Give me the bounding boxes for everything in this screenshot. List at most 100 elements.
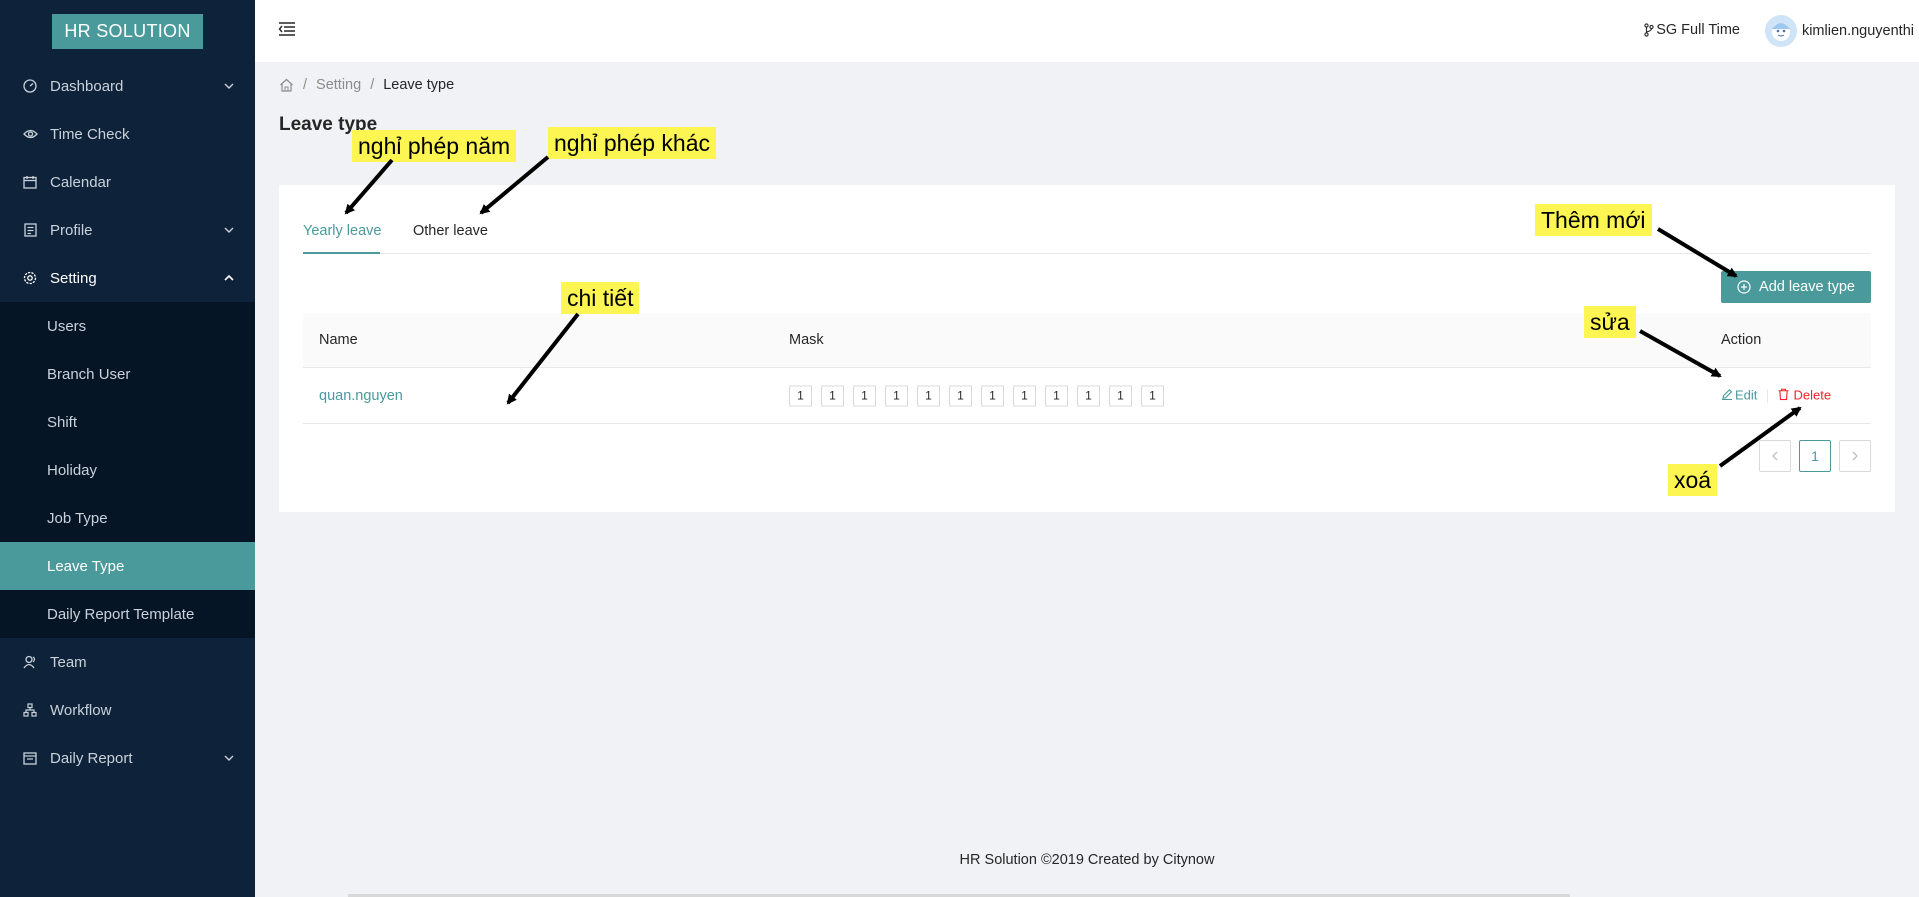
- menu-fold-icon[interactable]: [278, 21, 296, 37]
- column-header-action: Action: [1721, 332, 1762, 348]
- mask-value: 1: [1013, 385, 1036, 406]
- username: kimlien.nguyenthi: [1801, 23, 1914, 39]
- mask-value: 1: [789, 385, 812, 406]
- annotation-add-new: Thêm mới: [1535, 204, 1652, 236]
- pagination: 1: [1759, 440, 1871, 472]
- add-button-label: Add leave type: [1759, 279, 1855, 295]
- sidebar-item-label: Calendar: [50, 173, 111, 191]
- row-actions: Edit Delete: [1721, 387, 1831, 405]
- breadcrumb-current: Leave type: [383, 77, 455, 93]
- annotation-other-leave: nghỉ phép khác: [548, 127, 717, 159]
- breadcrumb-separator: /: [370, 77, 375, 93]
- sidebar-item-holiday[interactable]: Holiday: [0, 446, 255, 494]
- mask-value: 1: [1045, 385, 1068, 406]
- action-divider: [1767, 389, 1769, 404]
- calendar-icon: [22, 174, 38, 190]
- pagination-next-button[interactable]: [1839, 440, 1871, 472]
- add-leave-type-button[interactable]: Add leave type: [1721, 271, 1871, 303]
- mask-value: 1: [1141, 385, 1164, 406]
- annotation-delete: xoá: [1668, 464, 1718, 496]
- mask-value: 1: [1077, 385, 1100, 406]
- sidebar-item-workflow[interactable]: Workflow: [0, 686, 255, 734]
- annotation-detail: chi tiết: [561, 282, 640, 314]
- chevron-right-icon: [1852, 451, 1858, 461]
- chevron-down-icon: [224, 83, 234, 89]
- mask-value: 1: [981, 385, 1004, 406]
- branch-icon: [1644, 23, 1654, 37]
- column-header-mask: Mask: [789, 332, 824, 348]
- workflow-icon: [22, 702, 38, 718]
- delete-button[interactable]: Delete: [1778, 387, 1831, 402]
- pagination-prev-button[interactable]: [1759, 440, 1791, 472]
- breadcrumb-setting[interactable]: Setting: [316, 77, 361, 93]
- pagination-page[interactable]: 1: [1799, 440, 1831, 472]
- edit-button[interactable]: Edit: [1721, 387, 1757, 402]
- shift-selector[interactable]: SG Full Time: [1644, 22, 1740, 38]
- sidebar-item-label: Profile: [50, 221, 93, 239]
- chevron-left-icon: [1772, 451, 1778, 461]
- annotation-yearly-leave: nghỉ phép năm: [352, 130, 517, 162]
- sidebar-item-label: Time Check: [50, 125, 130, 143]
- team-icon: [22, 654, 38, 670]
- sidebar-item-label: Dashboard: [50, 77, 124, 95]
- home-icon[interactable]: [279, 78, 294, 92]
- sidebar-item-users[interactable]: Users: [0, 302, 255, 350]
- tab-other-leave[interactable]: Other leave: [413, 223, 488, 239]
- sidebar-item-daily-report[interactable]: Daily Report: [0, 734, 255, 782]
- leave-type-table: Name Mask Action quan.nguyen 11111111111…: [303, 313, 1871, 424]
- sidebar-item-profile[interactable]: Profile: [0, 206, 255, 254]
- profile-icon: [22, 222, 38, 238]
- mask-value: 1: [853, 385, 876, 406]
- sidebar-item-label: Workflow: [50, 701, 112, 719]
- report-icon: [22, 750, 38, 766]
- sidebar-item-branch-user[interactable]: Branch User: [0, 350, 255, 398]
- footer: HR Solution ©2019 Created by Citynow: [959, 852, 1215, 868]
- user-menu[interactable]: kimlien.nguyenthi: [1764, 15, 1914, 47]
- dashboard-icon: [22, 78, 38, 94]
- plus-circle-icon: [1737, 280, 1751, 294]
- top-header: SG Full Time kimlien.nguyenthi: [255, 0, 1919, 62]
- sidebar-item-daily-report-template[interactable]: Daily Report Template: [0, 590, 255, 638]
- app-logo[interactable]: HR SOLUTION: [52, 13, 203, 49]
- sidebar-item-leave-type[interactable]: Leave Type: [0, 542, 255, 590]
- chevron-down-icon: [224, 755, 234, 761]
- sidebar-item-label: Setting: [50, 269, 97, 287]
- mask-cells: 111111111111: [789, 385, 1173, 406]
- breadcrumb: / Setting / Leave type: [279, 77, 454, 93]
- sidebar-item-job-type[interactable]: Job Type: [0, 494, 255, 542]
- logo-area: HR SOLUTION: [0, 0, 255, 62]
- sidebar-item-team[interactable]: Team: [0, 638, 255, 686]
- breadcrumb-separator: /: [303, 77, 308, 93]
- column-header-name: Name: [319, 332, 358, 348]
- eye-icon: [22, 126, 38, 142]
- sidebar-item-setting[interactable]: Setting: [0, 254, 255, 302]
- gear-icon: [22, 270, 38, 286]
- trash-icon: [1778, 388, 1789, 401]
- avatar: [1764, 15, 1797, 47]
- sidebar-item-dashboard[interactable]: Dashboard: [0, 62, 255, 110]
- sidebar-item-time-check[interactable]: Time Check: [0, 110, 255, 158]
- mask-value: 1: [917, 385, 940, 406]
- edit-icon: [1722, 388, 1733, 401]
- table-row: quan.nguyen 111111111111 Edit Delete: [303, 368, 1871, 424]
- mask-value: 1: [1109, 385, 1132, 406]
- tab-yearly-leave[interactable]: Yearly leave: [303, 223, 381, 239]
- sidebar-item-label: Daily Report: [50, 749, 133, 767]
- table-header: Name Mask Action: [303, 313, 1871, 368]
- sidebar: HR SOLUTION Dashboard Time Check Calenda…: [0, 0, 255, 897]
- mask-value: 1: [949, 385, 972, 406]
- mask-value: 1: [885, 385, 908, 406]
- content-card: Yearly leave Other leave Add leave type …: [279, 185, 1895, 512]
- shift-label: SG Full Time: [1656, 22, 1740, 38]
- leave-type-name-link[interactable]: quan.nguyen: [319, 388, 403, 404]
- sidebar-item-calendar[interactable]: Calendar: [0, 158, 255, 206]
- annotation-edit: sửa: [1584, 306, 1636, 338]
- setting-submenu: Users Branch User Shift Holiday Job Type…: [0, 302, 255, 638]
- chevron-up-icon: [224, 274, 234, 281]
- edit-label: Edit: [1735, 386, 1758, 402]
- delete-label: Delete: [1793, 386, 1832, 402]
- tab-ink-bar: [303, 252, 380, 254]
- mask-value: 1: [821, 385, 844, 406]
- chevron-down-icon: [224, 227, 234, 233]
- sidebar-item-shift[interactable]: Shift: [0, 398, 255, 446]
